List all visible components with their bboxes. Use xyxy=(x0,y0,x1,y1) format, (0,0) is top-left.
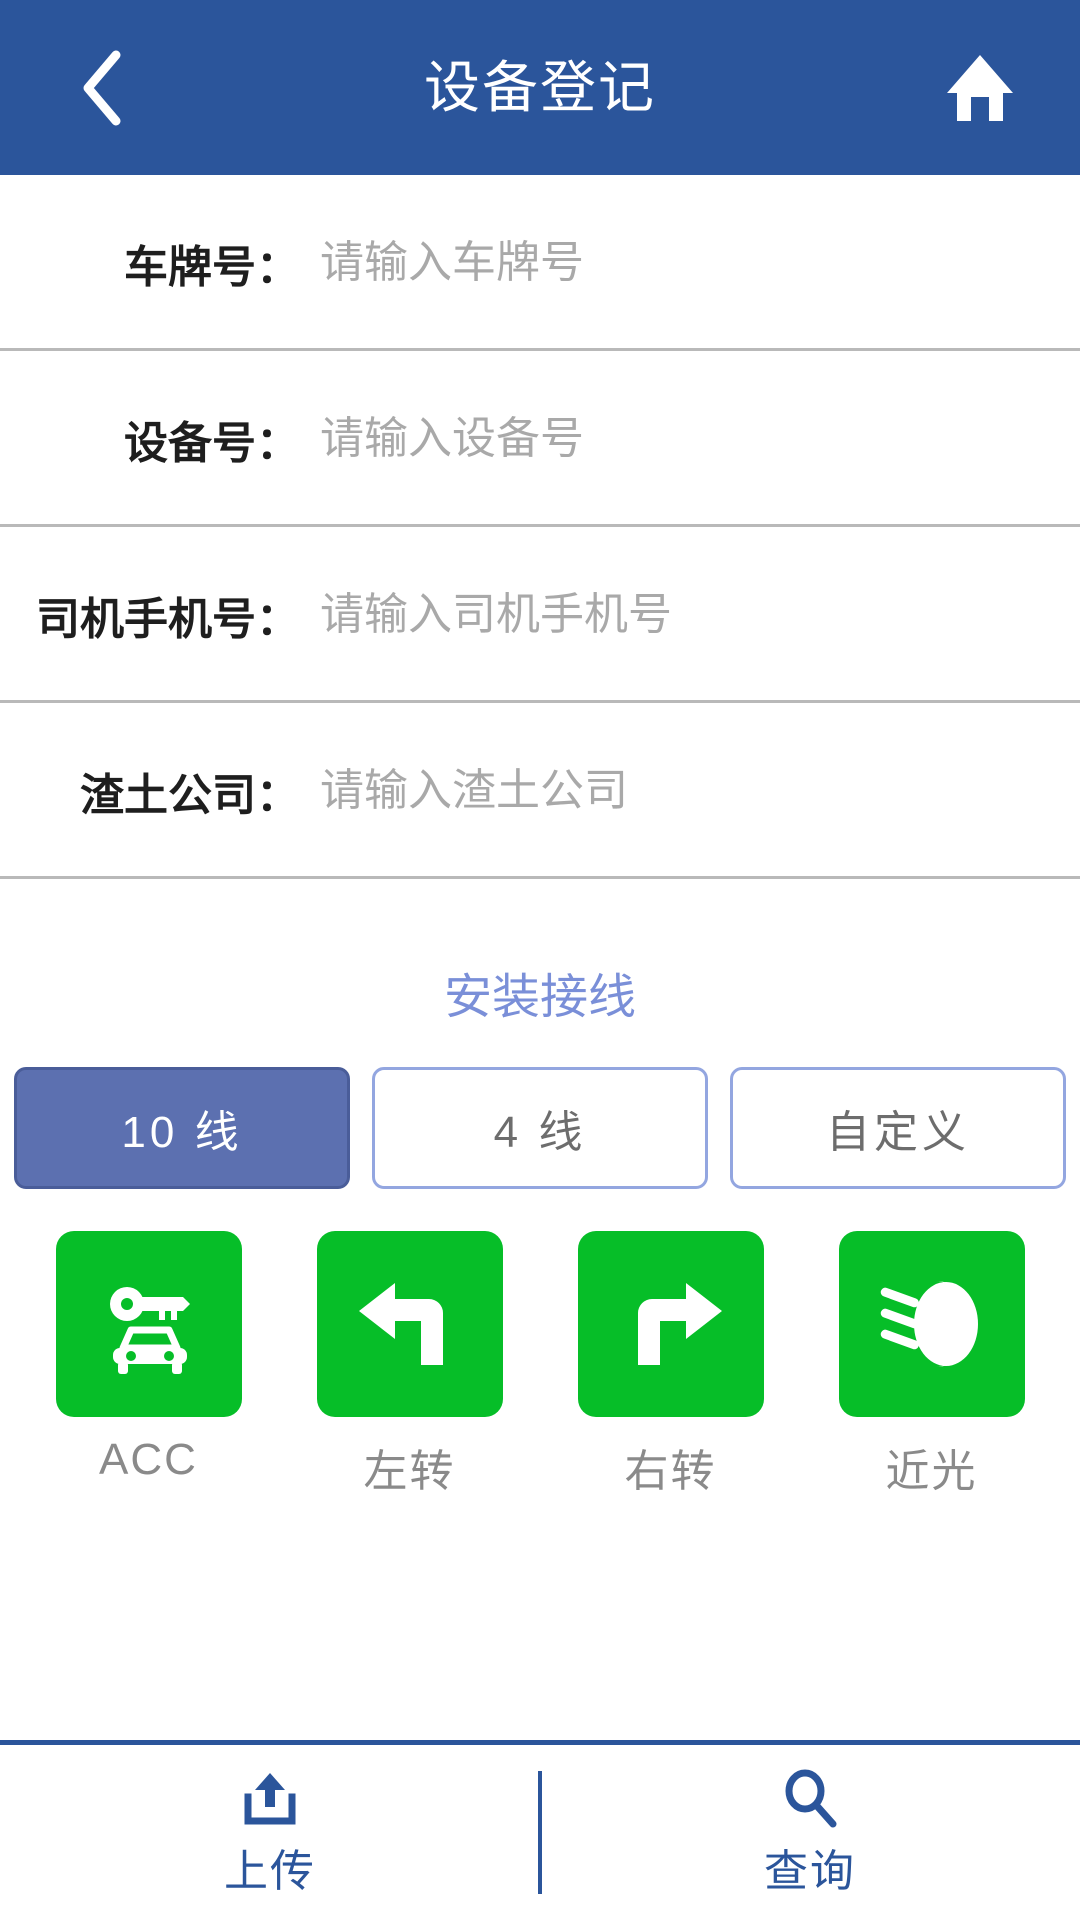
upload-icon xyxy=(244,1772,296,1824)
status-tile-left-turn-label: 左转 xyxy=(363,1447,456,1496)
status-tile-acc-label: ACC xyxy=(99,1435,198,1484)
form-row-driver-phone: 司机手机号： xyxy=(0,527,1080,703)
wiring-option-10-wire[interactable]: 10 线 xyxy=(14,1067,350,1189)
label-plate: 车牌号： xyxy=(124,243,300,292)
status-tile-low-beam-box[interactable] xyxy=(838,1231,1025,1417)
status-tile-acc-box[interactable] xyxy=(55,1231,242,1417)
label-driver-phone: 司机手机号： xyxy=(36,595,300,644)
wiring-option-10-wire-label: 10 线 xyxy=(121,1108,243,1157)
status-tile-low-beam-label: 近光 xyxy=(885,1447,978,1496)
home-button[interactable] xyxy=(935,43,1025,133)
status-tile-left-turn-box[interactable] xyxy=(316,1231,503,1417)
form-row-device: 设备号： xyxy=(0,351,1080,527)
wiring-section-title: 安装接线 xyxy=(443,971,636,1024)
query-label: 查询 xyxy=(764,1846,856,1896)
wiring-option-custom-label: 自定义 xyxy=(826,1108,970,1157)
registration-form: 车牌号： 设备号： 司机手机号： 渣土公司： xyxy=(0,175,1080,879)
turn-right-arrow-icon xyxy=(637,1283,722,1365)
car-key-icon xyxy=(109,1287,190,1374)
bottom-toolbar: 上传 查询 xyxy=(0,1740,1080,1920)
wiring-option-group: 10 线 4 线 自定义 xyxy=(0,1067,1080,1189)
device-registration-screen: 设备登记 车牌号： 设备号： 司机手机号： 渣土公司： 安装接线 xyxy=(0,0,1080,1920)
status-tile-right-turn-label: 右转 xyxy=(624,1447,717,1496)
toolbar-divider xyxy=(538,1771,542,1894)
home-icon xyxy=(947,54,1013,123)
company-input[interactable] xyxy=(320,766,1020,816)
page-title: 设备登记 xyxy=(424,56,656,119)
driver-phone-input[interactable] xyxy=(320,590,1020,640)
low-beam-headlight-icon xyxy=(880,1281,978,1367)
search-icon xyxy=(785,1769,837,1827)
upload-label: 上传 xyxy=(224,1846,316,1896)
turn-left-arrow-icon xyxy=(358,1283,443,1365)
wiring-option-4-wire[interactable]: 4 线 xyxy=(372,1067,708,1189)
status-tile-right-turn-box[interactable] xyxy=(577,1231,764,1417)
label-company: 渣土公司： xyxy=(80,771,300,820)
form-row-company: 渣土公司： xyxy=(0,703,1080,879)
plate-input[interactable] xyxy=(320,238,1020,288)
status-indicator-row: ACC 左转 右转 近光 xyxy=(0,1231,1080,1499)
wiring-option-4-wire-label: 4 线 xyxy=(493,1108,587,1157)
upload-button[interactable]: 上传 xyxy=(0,1767,540,1899)
label-device: 设备号： xyxy=(124,419,300,468)
chevron-left-icon xyxy=(83,50,121,125)
status-tile-left-turn[interactable]: 左转 xyxy=(291,1231,528,1499)
status-tile-acc[interactable]: ACC xyxy=(30,1231,267,1499)
query-button[interactable]: 查询 xyxy=(540,1767,1080,1899)
status-tile-low-beam[interactable]: 近光 xyxy=(813,1231,1050,1499)
device-input[interactable] xyxy=(320,414,1020,464)
wiring-option-custom[interactable]: 自定义 xyxy=(730,1067,1066,1189)
status-tile-right-turn[interactable]: 右转 xyxy=(552,1231,789,1499)
form-row-plate: 车牌号： xyxy=(0,175,1080,351)
back-button[interactable] xyxy=(60,43,140,133)
app-header: 设备登记 xyxy=(0,0,1080,175)
